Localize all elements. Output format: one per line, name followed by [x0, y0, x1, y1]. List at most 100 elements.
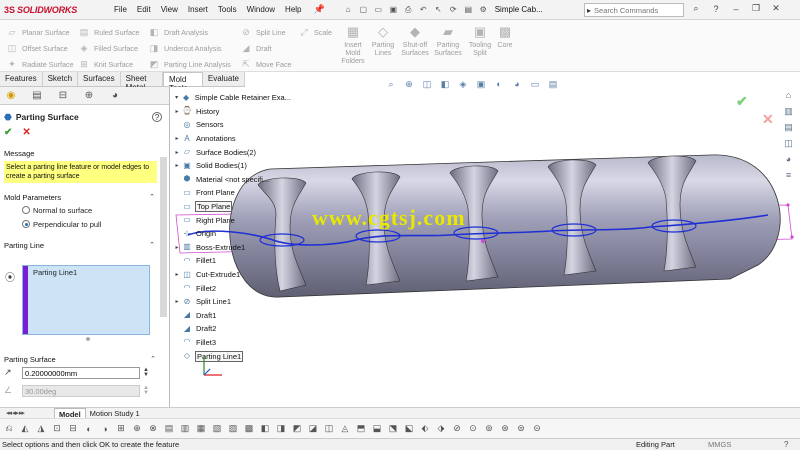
- toolbar-icon-30[interactable]: ⊙: [468, 423, 478, 434]
- core-button[interactable]: ▩ Core: [488, 24, 522, 50]
- tree-item[interactable]: ◠ Fillet1: [172, 254, 292, 268]
- tree-item[interactable]: ▸ ⊘ Split Line1: [172, 295, 292, 309]
- toolbar-icon-32[interactable]: ⊛: [500, 423, 510, 434]
- expand-arrow-icon[interactable]: ▸: [172, 108, 182, 115]
- close-icon[interactable]: ✕: [770, 3, 782, 14]
- expand-arrow-icon[interactable]: ▾: [172, 94, 181, 101]
- toolbar-icon-31[interactable]: ⊚: [484, 423, 494, 434]
- expand-arrow-icon[interactable]: ▸: [172, 135, 182, 142]
- expand-arrow-icon[interactable]: ▸: [172, 298, 182, 305]
- expand-arrow-icon[interactable]: ▸: [172, 162, 182, 169]
- scene-icon[interactable]: ▭: [529, 79, 541, 90]
- pin-icon[interactable]: 📌: [314, 4, 325, 15]
- toolbar-icon-21[interactable]: ◫: [324, 423, 334, 434]
- confirm-ok-icon[interactable]: ✔: [736, 93, 748, 110]
- parting-line-selection-list[interactable]: Parting Line1: [22, 265, 150, 335]
- tab-features[interactable]: Features: [0, 72, 43, 86]
- cancel-x-icon[interactable]: ✕: [22, 127, 30, 138]
- file-properties-icon[interactable]: ▤: [463, 4, 474, 15]
- tree-item[interactable]: ▸ ◫ Cut-Extrude1: [172, 268, 292, 282]
- parting-lines-button[interactable]: ◇ Parting Lines: [366, 24, 400, 58]
- toolbar-icon-8[interactable]: ⊞: [116, 423, 126, 434]
- toolbar-icon-33[interactable]: ⊜: [516, 423, 526, 434]
- help-dropdown-icon[interactable]: ?: [710, 4, 722, 14]
- open-icon[interactable]: ▭: [373, 4, 384, 15]
- toolbar-icon-7[interactable]: ◑: [100, 424, 110, 434]
- radio-perpendicular-to-pull[interactable]: [22, 220, 30, 228]
- toolbar-icon-10[interactable]: ⊗: [148, 423, 158, 434]
- tab-sketch[interactable]: Sketch: [43, 72, 79, 86]
- planar-surface-button[interactable]: ▱ Planar Surface: [6, 24, 74, 40]
- perpendicular-to-pull-option[interactable]: Perpendicular to pull: [0, 217, 169, 231]
- search-input[interactable]: [594, 5, 675, 15]
- new-icon[interactable]: ▢: [358, 4, 369, 15]
- draft-button[interactable]: ◢ Draft: [240, 40, 292, 56]
- normal-to-surface-option[interactable]: Normal to surface: [0, 203, 169, 217]
- tab-surfaces[interactable]: Surfaces: [78, 72, 121, 86]
- view-palette-icon[interactable]: ◫: [782, 137, 795, 150]
- search-commands[interactable]: ▸: [584, 3, 684, 17]
- tree-item[interactable]: ▭ Top Plane: [172, 200, 292, 214]
- tree-item[interactable]: ◢ Draft2: [172, 322, 292, 336]
- tree-item[interactable]: ▸ ▣ Solid Bodies(1): [172, 159, 292, 173]
- configuration-manager-tab-icon[interactable]: ⊟: [56, 90, 70, 101]
- list-item[interactable]: Parting Line1: [33, 268, 77, 277]
- draft-analysis-button[interactable]: ◧ Draft Analysis: [148, 24, 231, 40]
- tab-mold-tools[interactable]: Mold Tools: [162, 72, 203, 93]
- parting-surface-header[interactable]: Parting Surface ⌃: [0, 353, 170, 365]
- toolbar-icon-16[interactable]: ▩: [244, 423, 254, 434]
- previous-view-icon[interactable]: ◫: [421, 79, 433, 90]
- toolbar-icon-9[interactable]: ⊕: [132, 423, 142, 434]
- section-view-icon[interactable]: ◧: [439, 79, 451, 90]
- graphics-area[interactable]: ⌕ ⊕ ◫ ◧ ◈ ▣ ◐ ◕ ▭ ▤ ✔ ✕ ⌂ ▥ ▤ ◫ ◕ ≡ ▾ ◆ Si…: [170, 79, 800, 407]
- toolbar-icon-17[interactable]: ◧: [260, 423, 270, 434]
- tree-item[interactable]: ◠ Fillet2: [172, 281, 292, 295]
- toolbar-icon-20[interactable]: ◪: [308, 423, 318, 434]
- zoom-area-icon[interactable]: ⊕: [403, 79, 415, 90]
- insert-mold-folders-button[interactable]: ▦ Insert Mold Folders: [336, 24, 370, 66]
- save-icon[interactable]: ▣: [388, 4, 399, 15]
- undo-icon[interactable]: ↶: [418, 4, 429, 15]
- expand-arrow-icon[interactable]: ▸: [172, 244, 182, 251]
- offset-surface-button[interactable]: ◫ Offset Surface: [6, 40, 74, 56]
- appearance-icon[interactable]: ◕: [511, 79, 523, 90]
- menu-view[interactable]: View: [161, 5, 178, 14]
- confirm-cancel-icon[interactable]: ✕: [762, 111, 774, 128]
- panel-scrollbar[interactable]: [160, 157, 167, 317]
- property-manager-tab-icon[interactable]: ▤: [30, 90, 44, 101]
- toolbar-icon-1[interactable]: ⎌: [4, 423, 14, 434]
- tree-item[interactable]: ▭ Front Plane: [172, 186, 292, 200]
- tab-scroll-icon[interactable]: ◂◂ ◂ ▸ ▸▸: [6, 409, 54, 417]
- search-magnifier-icon[interactable]: ⌕: [690, 3, 702, 14]
- tree-item[interactable]: ▸ ⌚ History: [172, 105, 292, 119]
- ok-check-icon[interactable]: ✔: [4, 127, 12, 138]
- scale-button[interactable]: ⤢ Scale: [298, 24, 332, 40]
- home-icon[interactable]: ⌂: [343, 4, 354, 15]
- tab-motion-study-1[interactable]: Motion Study 1: [86, 408, 144, 419]
- feature-manager-tab-icon[interactable]: ◉: [4, 90, 18, 101]
- mold-parameters-header[interactable]: Mold Parameters ⌃: [0, 191, 169, 203]
- appearances-icon[interactable]: ◕: [782, 153, 795, 166]
- toolbar-icon-15[interactable]: ▨: [228, 423, 238, 434]
- menu-insert[interactable]: Insert: [188, 5, 208, 14]
- minimize-icon[interactable]: –: [730, 4, 742, 14]
- chevron-up-icon[interactable]: ⌃: [149, 241, 155, 249]
- distance-input[interactable]: [22, 367, 140, 379]
- menu-file[interactable]: File: [114, 5, 127, 14]
- tree-item[interactable]: ⬢ Material <not specifi...: [172, 173, 292, 187]
- toolbar-icon-24[interactable]: ⬓: [372, 423, 382, 434]
- help-icon[interactable]: ?: [152, 112, 162, 122]
- toolbar-icon-22[interactable]: ◬: [340, 423, 350, 434]
- unit-system[interactable]: MMGS: [708, 440, 731, 449]
- radio-normal-to-surface[interactable]: [22, 206, 30, 214]
- menu-edit[interactable]: Edit: [137, 5, 151, 14]
- select-icon[interactable]: ↖: [433, 4, 444, 15]
- menu-window[interactable]: Window: [247, 5, 275, 14]
- parting-line-analysis-button[interactable]: ◩ Parting Line Analysis: [148, 56, 231, 72]
- tree-item[interactable]: ◇ Parting Line1: [172, 349, 292, 363]
- tab-model[interactable]: Model: [54, 407, 86, 419]
- tree-item[interactable]: ◠ Fillet3: [172, 336, 292, 350]
- list-resize-handle[interactable]: [86, 337, 90, 341]
- toolbar-icon-13[interactable]: ▦: [196, 423, 206, 434]
- view-settings-icon[interactable]: ▤: [547, 79, 559, 90]
